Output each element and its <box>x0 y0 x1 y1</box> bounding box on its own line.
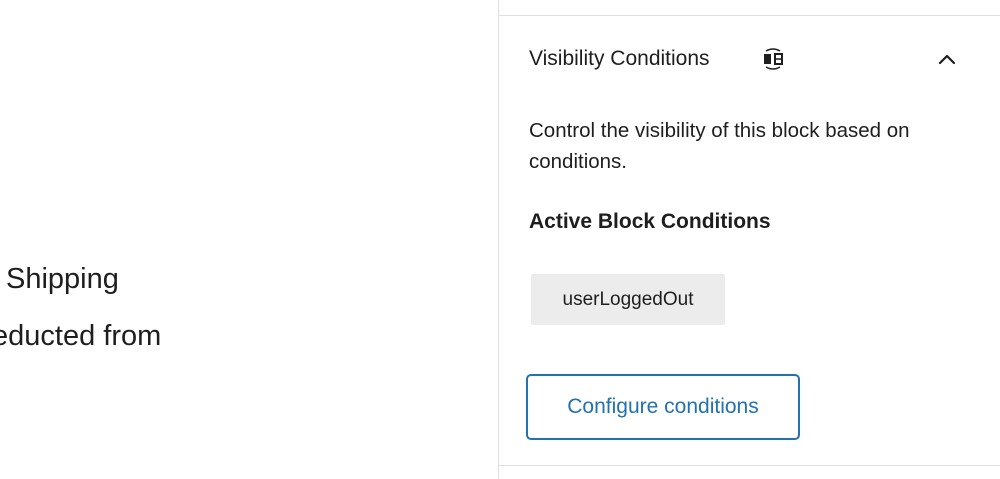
chevron-up-icon[interactable] <box>935 48 959 72</box>
canvas-text-line[interactable]: Shipping <box>6 263 119 296</box>
visibility-panel-toggle[interactable]: Visibility Conditions <box>499 38 1000 82</box>
panel-title: Visibility Conditions <box>529 47 710 70</box>
configure-conditions-button[interactable]: Configure conditions <box>526 374 800 440</box>
condition-tag: userLoggedOut <box>531 274 725 325</box>
panel-divider <box>499 15 1000 16</box>
active-conditions-heading: Active Block Conditions <box>529 210 771 233</box>
panel-description: Control the visibility of this block bas… <box>529 119 910 173</box>
panel-divider <box>499 465 1000 466</box>
block-visibility-icon <box>761 46 787 72</box>
canvas-text-line[interactable]: educted from <box>0 320 161 353</box>
settings-sidebar: Visibility Conditions Control the visibi… <box>498 0 1000 479</box>
editor-canvas[interactable]: Shipping educted from l <box>0 0 498 479</box>
